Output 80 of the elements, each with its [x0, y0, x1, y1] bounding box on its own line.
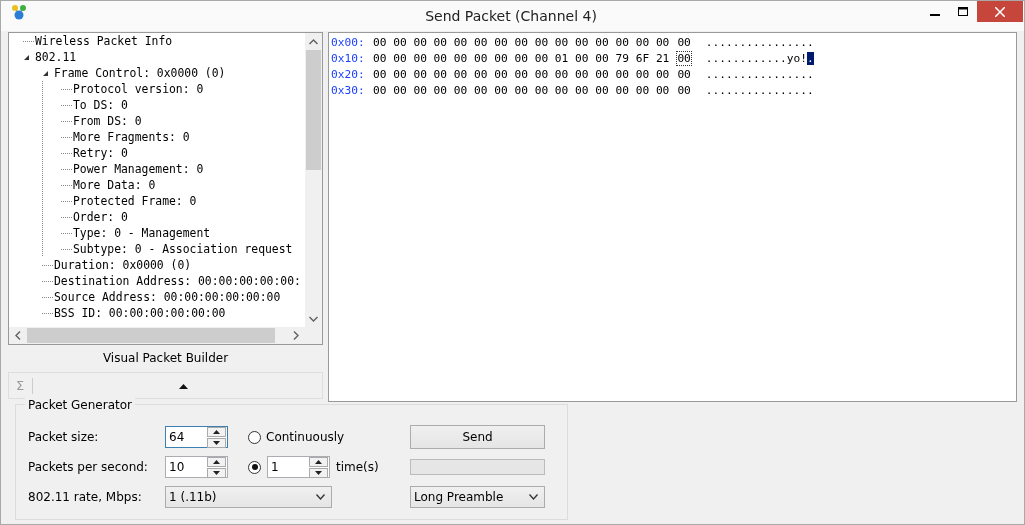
- tree-item[interactable]: Duration: 0x0000 (0): [53, 258, 192, 272]
- spin-down-button[interactable]: [309, 467, 328, 478]
- close-icon[interactable]: [995, 6, 1005, 17]
- collapse-icon[interactable]: [179, 384, 188, 389]
- section-title: Visual Packet Builder: [101, 350, 230, 367]
- tree-item[interactable]: More Data: 0: [72, 178, 156, 192]
- hex-byte: 00: [676, 82, 692, 98]
- tree-item[interactable]: BSS ID: 00:00:00:00:00:00: [53, 306, 226, 320]
- hex-byte: 00: [676, 66, 692, 82]
- hex-bytes: 00 00 00 00 00 00 00 00 00 00 00 00 00 00 00: [373, 67, 670, 81]
- app-icon: [11, 4, 27, 20]
- collapse-icon[interactable]: [23, 53, 30, 61]
- hex-offset: 0x10:: [331, 51, 366, 65]
- scroll-left-icon[interactable]: [15, 331, 21, 340]
- up-arrow-icon[interactable]: [315, 459, 322, 464]
- spin-up-button[interactable]: [309, 456, 328, 467]
- field-label: Packets per second:: [28, 460, 149, 474]
- down-arrow-icon[interactable]: [213, 440, 220, 445]
- scroll-right-icon[interactable]: [293, 331, 299, 340]
- times-radio[interactable]: [248, 460, 261, 474]
- ascii-text: ............yo!: [705, 51, 807, 65]
- down-arrow-icon[interactable]: [315, 470, 322, 475]
- tree-item[interactable]: From DS: 0: [72, 114, 142, 128]
- hex-byte: 00: [676, 50, 692, 66]
- scroll-up-icon[interactable]: [309, 39, 318, 45]
- tree-item[interactable]: Wireless Packet Info: [34, 34, 173, 48]
- collapse-icon[interactable]: [42, 69, 49, 77]
- ascii-text: ...............: [705, 35, 807, 49]
- tree-item[interactable]: Frame Control: 0x0000 (0): [53, 66, 226, 80]
- tree-item[interactable]: Source Address: 00:00:00:00:00:00: [53, 290, 281, 304]
- ascii-char: .: [806, 51, 814, 65]
- tree-item[interactable]: More Fragments: 0: [72, 130, 190, 144]
- continuously-radio[interactable]: Continuously: [248, 430, 396, 444]
- packets-per-second-spinbox[interactable]: 10: [165, 456, 228, 478]
- close-button[interactable]: [977, 1, 1023, 22]
- up-arrow-icon[interactable]: [213, 429, 220, 434]
- ascii-text: ...............: [705, 67, 807, 81]
- group-title: Packet Generator: [25, 398, 135, 412]
- vertical-scrollbar[interactable]: [305, 33, 322, 327]
- spin-up-button[interactable]: [207, 456, 226, 467]
- spin-up-button[interactable]: [207, 426, 226, 437]
- ascii-text: ...............: [705, 83, 807, 97]
- tree-item[interactable]: To DS: 0: [72, 98, 128, 112]
- scroll-down-icon[interactable]: [309, 316, 318, 322]
- hex-bytes: 00 00 00 00 00 00 00 00 00 00 00 00 00 00 00: [373, 83, 670, 97]
- field-label: time(s): [336, 460, 379, 474]
- hex-bytes: 00 00 00 00 00 00 00 00 00 01 00 00 79 6F 21: [373, 51, 670, 65]
- tree-item[interactable]: Retry: 0: [72, 146, 128, 160]
- ascii-char: .: [806, 67, 814, 81]
- chevron-down-icon[interactable]: [529, 494, 538, 500]
- hex-editor[interactable]: [328, 32, 1017, 402]
- tree-item[interactable]: Destination Address: 00:00:00:00:00:: [53, 274, 301, 288]
- tree-item[interactable]: Type: 0 - Management: [72, 226, 211, 240]
- window-title: Send Packet (Channel 4): [424, 8, 598, 24]
- hex-offset: 0x20:: [331, 67, 366, 81]
- tree-item[interactable]: Subtype: 0 - Association request: [72, 242, 293, 256]
- send-button[interactable]: Send: [410, 425, 545, 449]
- hex-offset: 0x30:: [331, 83, 366, 97]
- tree-item[interactable]: Order: 0: [72, 210, 128, 224]
- hex-byte: 00: [676, 34, 692, 50]
- field-label: Packet size:: [28, 430, 100, 444]
- spin-down-button[interactable]: [207, 437, 226, 448]
- rate-dropdown[interactable]: 1 (.11b): [165, 486, 332, 508]
- preamble-dropdown[interactable]: Long Preamble: [410, 486, 545, 508]
- tree-item[interactable]: Protocol version: 0: [72, 82, 204, 96]
- hex-offset: 0x00:: [331, 35, 366, 49]
- up-arrow-icon[interactable]: [213, 459, 220, 464]
- maximize-icon[interactable]: [958, 6, 968, 17]
- ascii-char: .: [806, 35, 814, 49]
- tree-item[interactable]: Power Management: 0: [72, 162, 204, 176]
- tree-item[interactable]: Protected Frame: 0: [72, 194, 197, 208]
- times-spinbox[interactable]: 1: [267, 456, 330, 478]
- spin-down-button[interactable]: [207, 467, 226, 478]
- packet-size-spinbox[interactable]: 64: [165, 426, 228, 448]
- hex-bytes: 00 00 00 00 00 00 00 00 00 00 00 00 00 00 00: [373, 35, 670, 49]
- tree-item[interactable]: 802.11: [34, 50, 77, 64]
- ascii-char: .: [806, 83, 814, 97]
- field-label: 802.11 rate, Mbps:: [28, 490, 143, 504]
- down-arrow-icon[interactable]: [213, 470, 220, 475]
- chevron-down-icon[interactable]: [316, 494, 325, 500]
